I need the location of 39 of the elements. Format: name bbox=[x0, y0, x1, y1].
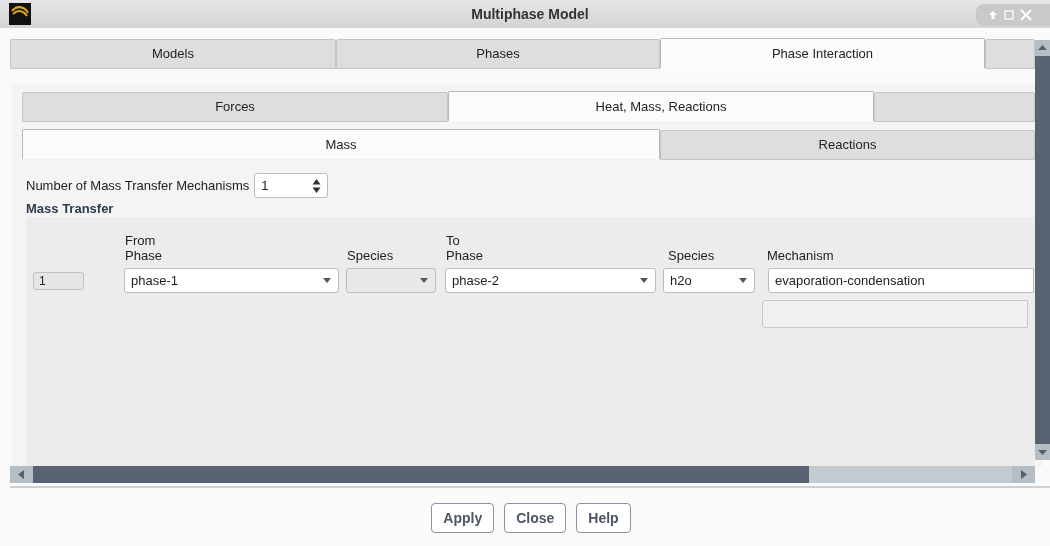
tab[interactable]: Mass bbox=[22, 129, 660, 159]
vertical-scrollbar[interactable] bbox=[1035, 40, 1050, 460]
column-header: To Phase bbox=[446, 233, 484, 263]
dropdown[interactable]: h2o bbox=[663, 268, 755, 293]
tab[interactable] bbox=[874, 92, 1035, 122]
column-header: Mechanism bbox=[767, 248, 835, 263]
tab[interactable]: Models bbox=[10, 39, 336, 69]
dialog-button[interactable]: Help bbox=[576, 503, 631, 533]
close-icon[interactable] bbox=[1020, 9, 1032, 21]
maximize-icon[interactable] bbox=[1004, 10, 1014, 20]
tab[interactable]: Reactions bbox=[660, 130, 1035, 160]
tab[interactable]: Phases bbox=[336, 39, 660, 69]
up-arrow-icon[interactable] bbox=[988, 10, 998, 20]
mechanisms-count-spinner[interactable]: 1 bbox=[254, 173, 329, 198]
app-logo-icon bbox=[9, 3, 31, 25]
dropdown-caret-icon bbox=[322, 277, 332, 284]
dropdown-caret-icon bbox=[639, 277, 649, 284]
window-title: Multiphase Model bbox=[470, 4, 590, 24]
dropdown[interactable]: phase-1 bbox=[124, 268, 339, 293]
row-index-field: 1 bbox=[33, 271, 84, 290]
tab[interactable]: Heat, Mass, Reactions bbox=[448, 91, 874, 121]
column-header: Species bbox=[668, 248, 716, 263]
spinner-arrows-icon[interactable] bbox=[312, 177, 322, 194]
dropdown[interactable]: phase-2 bbox=[445, 268, 656, 293]
mechanism-options-field[interactable] bbox=[762, 300, 1028, 328]
dropdown-caret-icon bbox=[738, 277, 748, 284]
mechanism-dropdown[interactable]: evaporation-condensation bbox=[768, 268, 1034, 293]
tab[interactable]: Phase Interaction bbox=[660, 38, 985, 68]
dropdown-caret-icon bbox=[419, 277, 429, 284]
dropdown[interactable] bbox=[346, 268, 436, 293]
mechanisms-count-label: Number of Mass Transfer Mechanisms bbox=[26, 176, 250, 195]
section-title: Mass Transfer bbox=[26, 201, 115, 217]
tab[interactable]: Forces bbox=[22, 92, 448, 122]
scrollbar-thumb[interactable] bbox=[33, 466, 809, 483]
dialog-button[interactable]: Close bbox=[504, 503, 567, 533]
column-header: Species bbox=[347, 248, 395, 263]
column-header: From Phase bbox=[125, 233, 163, 263]
horizontal-scrollbar[interactable] bbox=[10, 466, 1035, 483]
dialog-button[interactable]: Apply bbox=[431, 503, 495, 533]
